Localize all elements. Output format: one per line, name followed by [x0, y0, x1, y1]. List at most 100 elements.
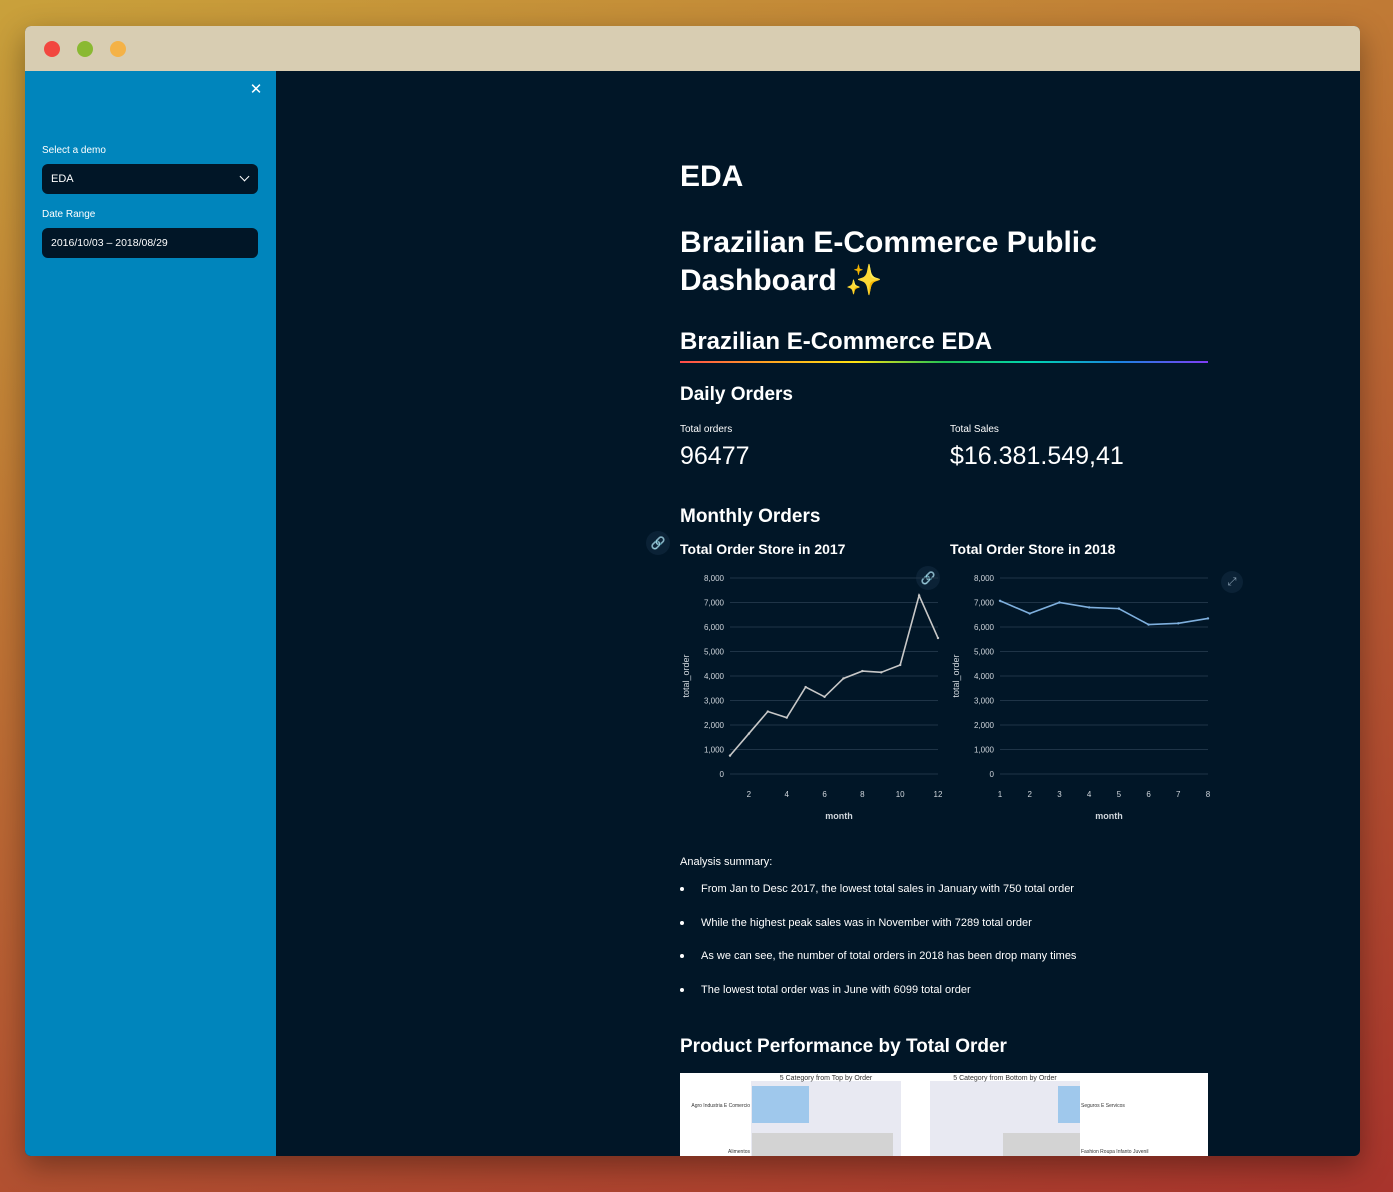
product-right-label: Fashion Roupa Infanto Juvenil — [1081, 1149, 1149, 1155]
window-minimize-button[interactable] — [110, 41, 126, 57]
product-left-label: Agro Industria E Comercio — [691, 1103, 750, 1109]
data-point — [1206, 617, 1210, 620]
y-tick-label: 0 — [990, 770, 995, 779]
y-tick-label: 5,000 — [974, 648, 995, 657]
y-tick-label: 3,000 — [974, 697, 995, 706]
section-divider — [680, 361, 1208, 363]
x-tick-label: 10 — [896, 790, 905, 799]
y-tick-label: 3,000 — [704, 697, 725, 706]
x-tick-label: 5 — [1117, 790, 1122, 799]
list-item: While the highest peak sales was in Nove… — [680, 916, 1208, 950]
product-left-title: 5 Category from Top by Order — [780, 1075, 873, 1082]
y-tick-label: 1,000 — [704, 746, 725, 755]
x-tick-label: 8 — [860, 790, 865, 799]
y-tick-label: 5,000 — [704, 648, 725, 657]
x-tick-label: 3 — [1057, 790, 1062, 799]
select-demo-label: Select a demo — [42, 145, 106, 156]
list-item: From Jan to Desc 2017, the lowest total … — [680, 882, 1208, 916]
data-point — [998, 599, 1002, 602]
series-line — [999, 600, 1209, 626]
product-performance-chart: 5 Category from Top by Order 5 Category … — [680, 1073, 1208, 1156]
product-right-title: 5 Category from Bottom by Order — [953, 1075, 1057, 1082]
y-tick-label: 8,000 — [704, 574, 725, 583]
data-point — [1177, 622, 1180, 625]
list-item: As we can see, the number of total order… — [680, 949, 1208, 983]
y-tick-label: 8,000 — [974, 574, 995, 583]
monthly-orders-title: Monthly Orders — [680, 506, 821, 527]
x-tick-label: 2 — [747, 790, 752, 799]
data-point — [936, 636, 940, 640]
product-right-label: Seguros E Servicos — [1081, 1103, 1125, 1109]
demo-select-value: EDA — [51, 173, 74, 185]
y-tick-label: 6,000 — [974, 623, 995, 632]
chart-2017: 0 1,000 2,000 3,000 4,000 5,000 6,000 7,000 8,00… — [681, 574, 942, 821]
summary-list: From Jan to Desc 2017, the lowest total … — [680, 882, 1208, 1017]
y-tick-label: 2,000 — [974, 721, 995, 730]
window-close-button[interactable] — [44, 41, 60, 57]
chart-2018-title: Total Order Store in 2018 — [950, 541, 1116, 557]
x-tick-label: 6 — [1146, 790, 1151, 799]
sidebar: ✕ Select a demo EDA Date Range 2016/10/0… — [25, 71, 276, 1156]
y-axis-label: total_order — [951, 654, 961, 697]
date-range-input[interactable]: 2016/10/03 – 2018/08/29 — [42, 228, 258, 258]
total-sales-label: Total Sales — [950, 424, 999, 435]
date-range-label: Date Range — [42, 209, 96, 220]
data-point — [917, 594, 921, 597]
x-tick-label: 1 — [998, 790, 1003, 799]
x-tick-label: 7 — [1176, 790, 1181, 799]
data-point — [898, 663, 902, 667]
total-orders-label: Total orders — [680, 424, 733, 435]
x-axis-label: month — [825, 811, 853, 821]
x-tick-label: 6 — [822, 790, 827, 799]
x-tick-label: 8 — [1206, 790, 1211, 799]
y-tick-label: 7,000 — [974, 599, 995, 608]
data-point — [766, 710, 770, 713]
data-point — [842, 677, 845, 680]
y-tick-label: 7,000 — [704, 599, 725, 608]
app-window: ✕ Select a demo EDA Date Range 2016/10/0… — [25, 26, 1360, 1156]
demo-select[interactable]: EDA — [42, 164, 258, 194]
data-point — [747, 732, 751, 735]
y-tick-label: 0 — [720, 770, 725, 779]
summary-title: Analysis summary: — [680, 856, 773, 868]
data-point — [785, 716, 788, 719]
data-point — [880, 671, 883, 674]
data-point — [861, 669, 864, 673]
total-orders-value: 96477 — [680, 442, 750, 470]
chart-2017-title: Total Order Store in 2017 — [680, 541, 846, 557]
chart-2018: 0 1,000 2,000 3,000 4,000 5,000 6,000 7,000 8,00… — [951, 574, 1211, 821]
y-tick-label: 4,000 — [704, 672, 725, 681]
chevron-down-icon — [239, 171, 250, 182]
expand-icon[interactable]: ⤢ — [1221, 571, 1243, 593]
main-panel: EDA Brazilian E-Commerce Public Dashboar… — [276, 71, 1360, 1156]
product-left-label: Alimentos — [728, 1149, 750, 1155]
dashboard-title: Brazilian E-Commerce Public Dashboard ✨ — [680, 226, 1097, 297]
window-maximize-button[interactable] — [77, 41, 93, 57]
page-title: EDA — [680, 160, 744, 193]
daily-orders-title: Daily Orders — [680, 384, 793, 405]
data-point — [1117, 607, 1121, 610]
x-tick-label: 2 — [1027, 790, 1032, 799]
data-point — [1087, 606, 1091, 609]
y-tick-label: 1,000 — [974, 746, 995, 755]
y-tick-label: 6,000 — [704, 623, 725, 632]
data-point — [1058, 601, 1061, 604]
data-point — [1147, 623, 1150, 626]
data-point — [728, 754, 732, 757]
close-icon[interactable]: ✕ — [248, 81, 264, 97]
link-icon[interactable]: 🔗 — [646, 531, 670, 555]
data-point — [823, 695, 826, 699]
x-axis-label: month — [1095, 811, 1123, 821]
section-title: Brazilian E-Commerce EDA — [680, 328, 993, 355]
data-point — [804, 685, 807, 689]
x-tick-label: 4 — [785, 790, 790, 799]
y-tick-label: 4,000 — [974, 672, 995, 681]
data-point — [1028, 612, 1031, 615]
y-axis-label: total_order — [681, 654, 691, 697]
product-performance-title: Product Performance by Total Order — [680, 1036, 1007, 1057]
x-tick-label: 12 — [934, 790, 942, 799]
total-sales-value: $16.381.549,41 — [950, 442, 1124, 470]
window-titlebar — [25, 26, 1360, 71]
list-item: The lowest total order was in June with … — [680, 983, 1208, 1017]
y-tick-label: 2,000 — [704, 721, 725, 730]
